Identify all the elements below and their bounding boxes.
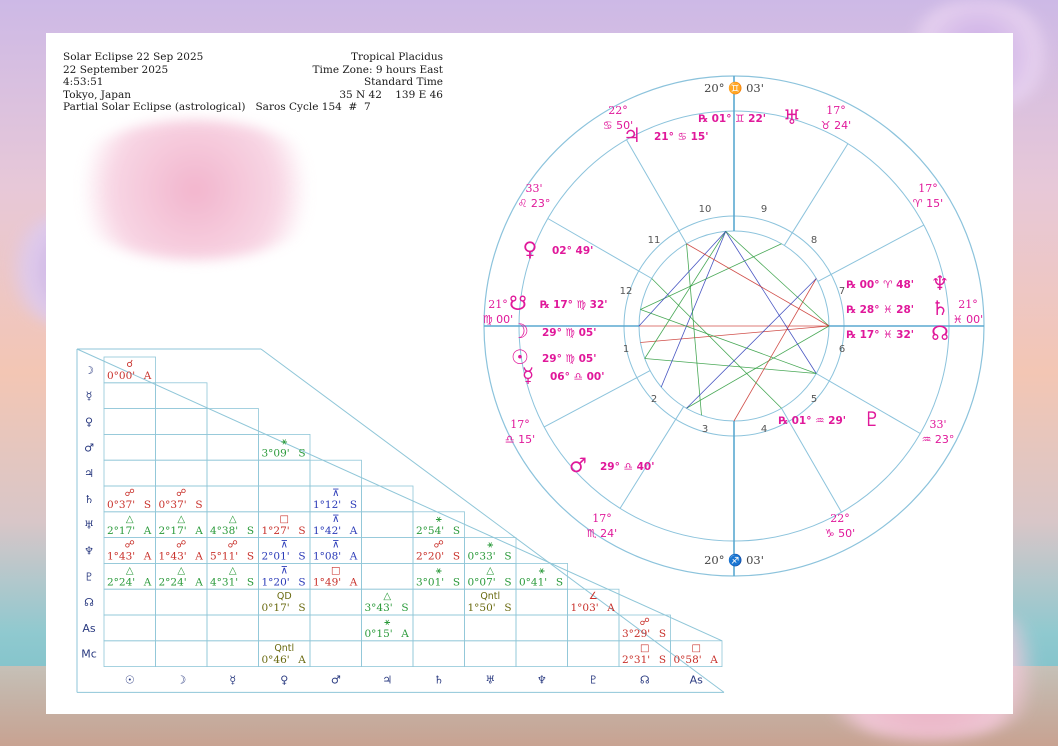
house-number: 7 (839, 286, 845, 297)
aspect-line (640, 325, 830, 343)
aspect-line (686, 325, 830, 409)
aspect-line (644, 358, 817, 374)
aspect-line (640, 309, 817, 374)
planet-position: ℞ 01° ♒ 29' (779, 415, 846, 427)
planet-position: 29° ♍ 05' (542, 327, 596, 339)
cusp-sign: ♓ 00' (953, 313, 983, 326)
planet-glyph: ♃ (623, 123, 641, 147)
aspect-line (733, 278, 817, 422)
planet-position: ℞ 00° ♈ 48' (847, 279, 914, 291)
cusp-sign: ♈ 15' (913, 197, 943, 210)
cusp-degree: 22° (830, 512, 850, 525)
house-number: 5 (811, 394, 817, 405)
planet-glyph: ☊ (931, 321, 949, 345)
cusp-sign: ♌ 23° (518, 197, 551, 210)
house-number: 11 (648, 235, 661, 246)
house-number: 8 (811, 235, 817, 246)
planet-position: ℞ 28° ♓ 28' (847, 304, 914, 316)
cusp-degree: 33' (525, 182, 542, 195)
cusp-degree: 21° (958, 298, 978, 311)
planet-glyph: ♄ (931, 296, 949, 320)
house-number: 1 (623, 344, 629, 355)
planet-glyph: ♆ (931, 271, 949, 295)
house-cusp-line (817, 224, 925, 282)
house-number: 6 (839, 344, 845, 355)
house-cusp-line (619, 406, 685, 509)
aspect-line (686, 243, 702, 416)
planet-glyph: ☽ (511, 319, 529, 343)
cusp-degree: 21° (488, 298, 508, 311)
cusp-sign: ♏ 24' (587, 527, 617, 540)
aspect-line (640, 243, 782, 310)
cusp-sign: ♒ 23° (922, 433, 955, 446)
cusp-degree: 22° (608, 104, 628, 117)
aspect-line (651, 278, 782, 409)
house-number: 2 (651, 394, 657, 405)
cusp-degree: 17° (918, 182, 938, 195)
cusp-sign: ♎ 15' (505, 433, 535, 446)
planet-glyph: ♂ (569, 453, 587, 477)
planet-glyph: ♅ (783, 105, 801, 129)
cusp-degree: 17° (510, 418, 530, 431)
house-number: 10 (699, 204, 712, 215)
planet-glyph: ♇ (863, 407, 881, 431)
house-number: 4 (761, 424, 767, 435)
cusp-degree: 33' (929, 418, 946, 431)
planet-glyph: ♀ (523, 237, 538, 261)
planet-position: ℞ 17° ♍ 32' (540, 299, 607, 311)
planet-position: ℞ 17° ♓ 32' (847, 329, 914, 341)
planet-position: 02° 49' (552, 245, 593, 257)
natal-wheel: 123 45678910111220° ♊ 03'20° ♐ 03'17°♉ 24… (483, 75, 985, 577)
planet-glyph: ☋ (509, 291, 527, 315)
cusp-degree: 17° (592, 512, 612, 525)
planet-position: 29° ♎ 40' (600, 461, 654, 473)
house-number: 9 (761, 204, 767, 215)
cusp-sign: ♑ 50' (825, 527, 855, 540)
planet-position: 21° ♋ 15' (654, 131, 708, 143)
cusp-degree: 17° (826, 104, 846, 117)
planet-position: 06° ♎ 00' (550, 371, 604, 383)
aspect-line (686, 243, 830, 327)
house-number: 12 (620, 286, 633, 297)
planet-position: 29° ♍ 05' (542, 353, 596, 365)
house-cusp-line (783, 143, 849, 246)
cusp-sign: ♉ 24' (821, 119, 851, 132)
planet-position: ℞ 01° ♊ 22' (699, 113, 766, 125)
house-cusp-line (626, 139, 687, 244)
mc-cusp-label: 20° ♊ 03' (704, 81, 764, 95)
ic-cusp-label: 20° ♐ 03' (704, 553, 764, 567)
house-number: 3 (702, 424, 708, 435)
aspect-line (644, 231, 727, 359)
planet-glyph: ☿ (522, 363, 534, 387)
